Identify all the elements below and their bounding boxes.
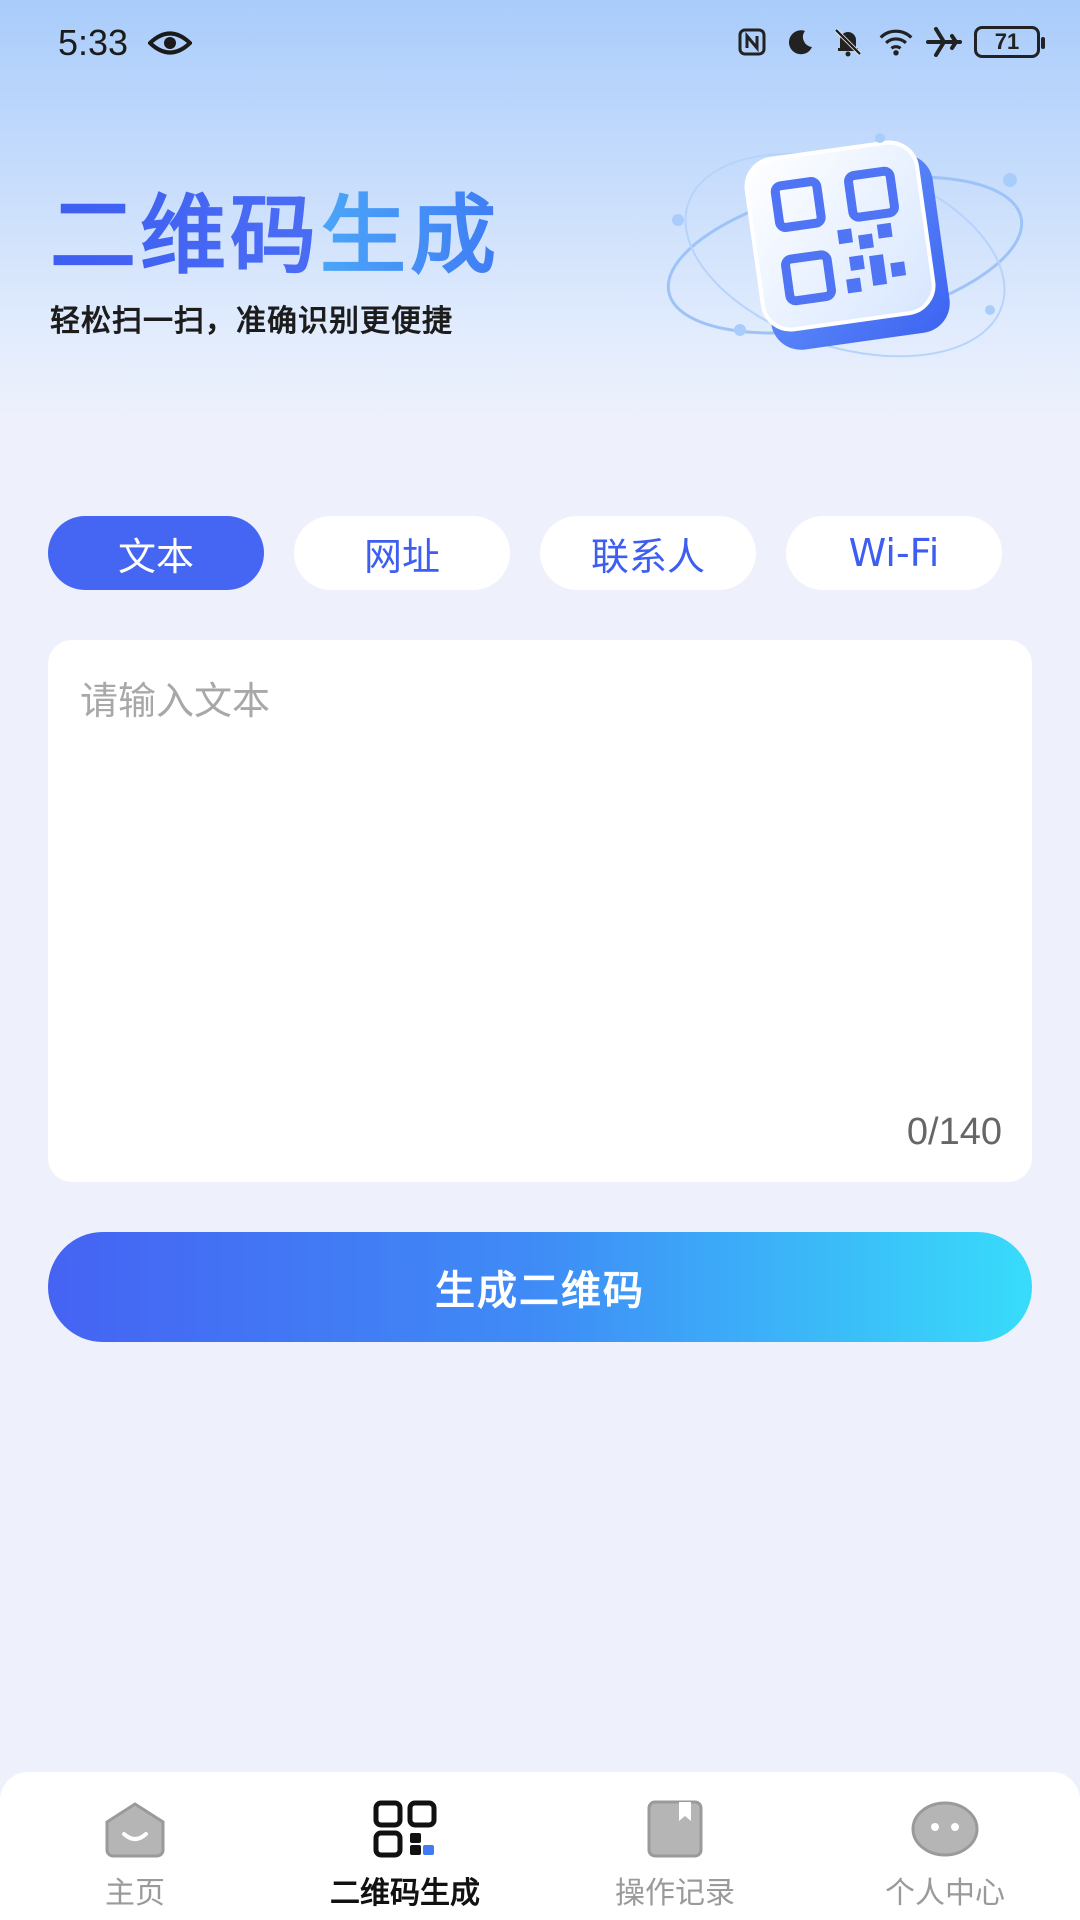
nav-item-home[interactable]: 主页 xyxy=(0,1772,270,1920)
nav-item-records[interactable]: 操作记录 xyxy=(540,1772,810,1920)
status-time: 5:33 xyxy=(58,22,129,63)
char-counter: 0/140 xyxy=(906,1111,1002,1153)
bell-off-icon xyxy=(830,24,866,60)
generate-qr-button[interactable]: 生成二维码 xyxy=(48,1232,1032,1342)
title-part1: 二维码 xyxy=(50,186,320,286)
type-tabs: 文本 网址 联系人 Wi-Fi xyxy=(48,516,1032,590)
nav-item-profile[interactable]: 个人中心 xyxy=(810,1772,1080,1920)
tab-contact[interactable]: 联系人 xyxy=(540,516,756,590)
nav-label-home: 主页 xyxy=(105,1876,165,1911)
title-part2: 生成 xyxy=(320,186,500,286)
tab-text[interactable]: 文本 xyxy=(48,516,264,590)
moon-icon xyxy=(782,24,818,60)
text-input-card: 0/140 xyxy=(48,640,1032,1182)
nav-label-records: 操作记录 xyxy=(615,1876,735,1911)
bottom-nav: 主页 二维码生成 操作记录 个人中心 xyxy=(0,1772,1080,1920)
text-input[interactable] xyxy=(48,640,1032,1182)
nav-item-qr-generate[interactable]: 二维码生成 xyxy=(270,1772,540,1920)
record-icon xyxy=(639,1798,711,1860)
status-bar: 5:33 71 xyxy=(0,0,1080,90)
wifi-icon xyxy=(878,24,914,60)
nav-label-qr-generate: 二维码生成 xyxy=(330,1876,480,1911)
profile-icon xyxy=(909,1798,981,1860)
eye-icon xyxy=(148,31,192,55)
tab-url[interactable]: 网址 xyxy=(294,516,510,590)
page-title: 二维码生成 xyxy=(50,186,500,286)
home-icon xyxy=(99,1798,171,1860)
battery-icon: 71 xyxy=(974,26,1045,58)
tab-wifi[interactable]: Wi-Fi xyxy=(786,516,1002,590)
page-subtitle: 轻松扫一扫，准确识别更便捷 xyxy=(50,304,453,339)
qr-code-illustration xyxy=(666,133,1024,358)
battery-level: 71 xyxy=(994,29,1020,54)
qr-code-icon xyxy=(369,1798,441,1860)
nfc-icon xyxy=(734,24,770,60)
nav-label-profile: 个人中心 xyxy=(885,1876,1005,1911)
airplane-icon xyxy=(926,24,962,60)
